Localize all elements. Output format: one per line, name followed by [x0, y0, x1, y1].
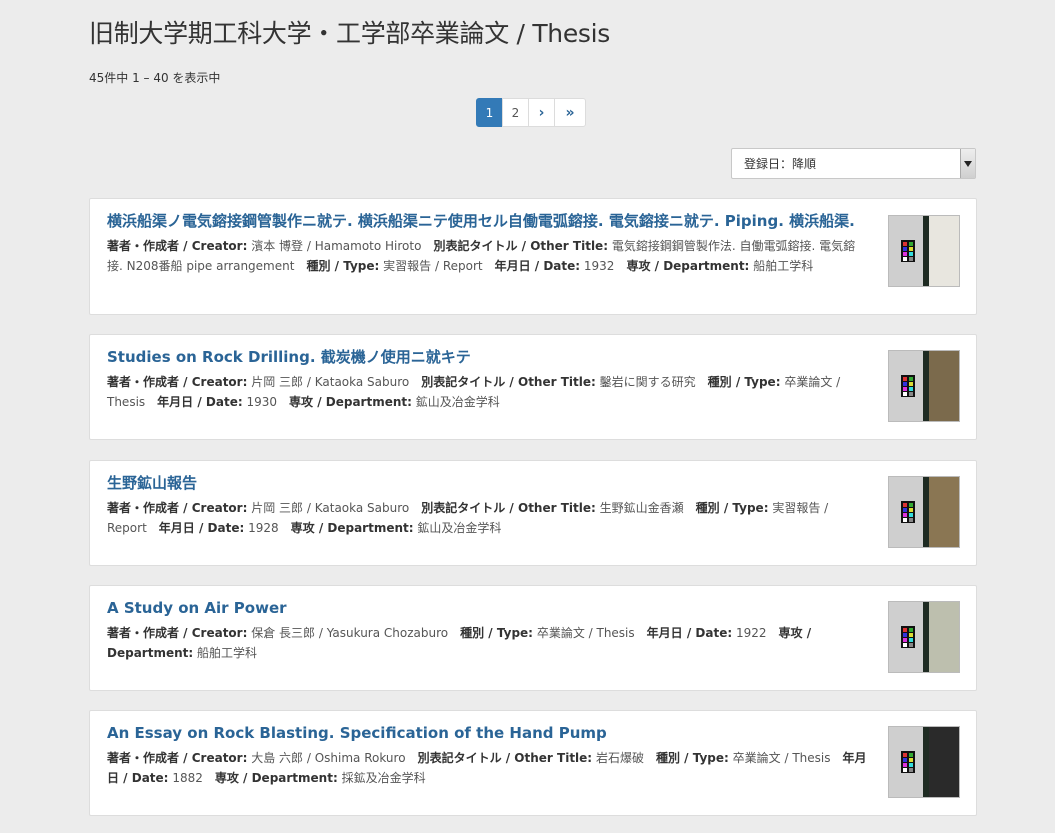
field-value-creator: 濱本 博登 / Hamamoto Hiroto [251, 239, 422, 253]
field-value-type: 卒業論文 / Thesis [732, 751, 831, 765]
field-label-type: 種別 / Type: [707, 375, 781, 389]
field-value-type: 実習報告 / Report [383, 258, 483, 273]
result-title-link[interactable]: Studies on Rock Drilling. 截炭機ノ使用ニ就キテ [107, 348, 867, 367]
result-metadata: 著者・作成者 / Creator: 大島 六郎 / Oshima Rokuro 別… [107, 749, 867, 788]
result-metadata: 著者・作成者 / Creator: 保倉 長三郎 / Yasukura Choz… [107, 624, 867, 663]
document-thumbnail[interactable] [888, 476, 960, 548]
field-label-other-title: 別表記タイトル / Other Title: [421, 375, 596, 389]
result-count: 45件中 1 – 40 を表示中 [89, 71, 221, 85]
document-thumbnail[interactable] [888, 350, 960, 422]
color-chart-icon [901, 501, 915, 523]
color-chart-icon [901, 240, 915, 262]
result-card-body: Studies on Rock Drilling. 截炭機ノ使用ニ就キテ著者・作… [107, 348, 867, 412]
result-card: 横浜船渠ノ電気鎔接鋼管製作ニ就テ. 横浜船渠ニテ使用セル自働電弧鎔接. 電気鎔接… [89, 198, 977, 315]
field-label-other-title: 別表記タイトル / Other Title: [417, 751, 593, 765]
color-chart-icon [901, 751, 915, 773]
result-title-link[interactable]: An Essay on Rock Blasting. Specification… [107, 724, 867, 743]
field-value-other-title: 生野鉱山金香瀬 [599, 501, 684, 515]
last-page-button[interactable]: » [554, 98, 586, 127]
field-label-date: 年月日 / Date: [157, 394, 243, 409]
field-label-type: 種別 / Type: [306, 258, 380, 273]
field-label-other-title: 別表記タイトル / Other Title: [433, 239, 608, 253]
document-thumbnail[interactable] [888, 215, 960, 287]
page-title: 旧制大学期工科大学・工学部卒業論文 / Thesis [89, 19, 611, 48]
field-label-type: 種別 / Type: [695, 501, 769, 515]
chevron-down-icon[interactable] [960, 149, 975, 178]
field-value-type: 卒業論文 / Thesis [536, 626, 635, 640]
field-label-type: 種別 / Type: [655, 751, 729, 765]
field-label-creator: 著者・作成者 / Creator: [107, 751, 248, 765]
field-value-creator: 保倉 長三郎 / Yasukura Chozaburo [251, 626, 449, 640]
book-cover [929, 477, 959, 547]
result-metadata: 著者・作成者 / Creator: 片岡 三郎 / Kataoka Saburo… [107, 373, 867, 412]
field-value-date: 1882 [172, 770, 203, 785]
field-value-other-title: 鑿岩に関する研究 [599, 375, 696, 389]
color-chart-icon [901, 626, 915, 648]
result-card-body: 横浜船渠ノ電気鎔接鋼管製作ニ就テ. 横浜船渠ニテ使用セル自働電弧鎔接. 電気鎔接… [107, 212, 867, 276]
field-value-department: 船舶工学科 [197, 645, 258, 660]
field-label-creator: 著者・作成者 / Creator: [107, 375, 248, 389]
field-value-date: 1930 [246, 394, 278, 409]
document-thumbnail[interactable] [888, 726, 960, 798]
field-label-type: 種別 / Type: [460, 626, 533, 640]
field-value-department: 採鉱及冶金学科 [341, 770, 426, 785]
result-title-link[interactable]: 生野鉱山報告 [107, 474, 867, 493]
result-card: Studies on Rock Drilling. 截炭機ノ使用ニ就キテ著者・作… [89, 334, 977, 440]
field-value-department: 船舶工学科 [753, 258, 814, 273]
result-card: A Study on Air Power 著者・作成者 / Creator: 保倉… [89, 585, 977, 691]
field-value-department: 鉱山及冶金学科 [417, 520, 502, 535]
field-label-creator: 著者・作成者 / Creator: [107, 239, 248, 253]
field-value-creator: 片岡 三郎 / Kataoka Saburo [251, 501, 410, 515]
field-label-other-title: 別表記タイトル / Other Title: [421, 501, 596, 515]
pagination: 1 2 › » [476, 98, 586, 127]
field-label-department: 専攻 / Department: [626, 258, 750, 273]
field-label-creator: 著者・作成者 / Creator: [107, 501, 248, 515]
page-1-button[interactable]: 1 [476, 98, 503, 127]
result-card: 生野鉱山報告著者・作成者 / Creator: 片岡 三郎 / Kataoka … [89, 460, 977, 566]
next-page-button[interactable]: › [528, 98, 555, 127]
color-chart-icon [901, 375, 915, 397]
field-label-department: 専攻 / Department: [214, 770, 338, 785]
result-metadata: 著者・作成者 / Creator: 濱本 博登 / Hamamoto Hirot… [107, 237, 867, 276]
field-label-date: 年月日 / Date: [494, 258, 581, 273]
sort-selected-value: 登録日：降順 [744, 157, 817, 171]
field-label-creator: 著者・作成者 / Creator: [107, 626, 248, 640]
field-label-department: 専攻 / Department: [289, 394, 412, 409]
field-value-date: 1922 [735, 626, 767, 640]
field-value-department: 鉱山及冶金学科 [415, 394, 500, 409]
sort-select[interactable]: 登録日：降順 [731, 148, 976, 179]
result-card: An Essay on Rock Blasting. Specification… [89, 710, 977, 816]
field-value-creator: 片岡 三郎 / Kataoka Saburo [251, 375, 410, 389]
field-value-creator: 大島 六郎 / Oshima Rokuro [251, 751, 406, 765]
field-label-date: 年月日 / Date: [158, 520, 245, 535]
field-label-date: 年月日 / Date: [646, 626, 733, 640]
book-cover [929, 216, 959, 286]
book-cover [929, 602, 959, 672]
document-thumbnail[interactable] [888, 601, 960, 673]
field-value-date: 1932 [583, 258, 615, 273]
field-value-date: 1928 [248, 520, 279, 535]
field-value-other-title: 岩石爆破 [595, 751, 644, 765]
field-label-department: 専攻 / Department: [290, 520, 414, 535]
result-title-link[interactable]: 横浜船渠ノ電気鎔接鋼管製作ニ就テ. 横浜船渠ニテ使用セル自働電弧鎔接. 電気鎔接… [107, 212, 867, 231]
book-cover [929, 351, 959, 421]
result-card-body: An Essay on Rock Blasting. Specification… [107, 724, 867, 788]
result-card-body: 生野鉱山報告著者・作成者 / Creator: 片岡 三郎 / Kataoka … [107, 474, 867, 538]
result-title-link[interactable]: A Study on Air Power [107, 599, 867, 618]
result-card-body: A Study on Air Power 著者・作成者 / Creator: 保倉… [107, 599, 867, 663]
result-metadata: 著者・作成者 / Creator: 片岡 三郎 / Kataoka Saburo… [107, 499, 867, 538]
book-cover [929, 727, 959, 797]
page-2-button[interactable]: 2 [502, 98, 529, 127]
